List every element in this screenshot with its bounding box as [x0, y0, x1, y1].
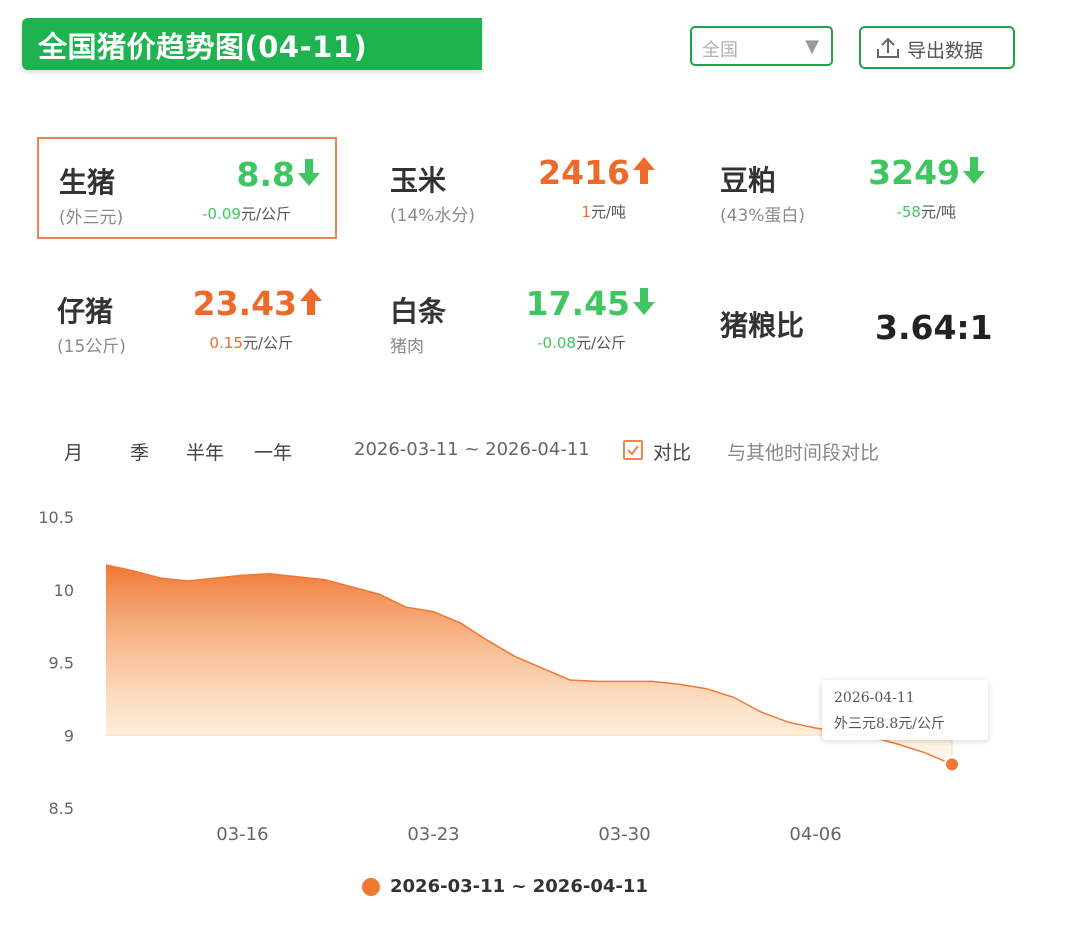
- legend-label: 2026-03-11 ~ 2026-04-11: [390, 876, 648, 897]
- y-tick-label: 10: [54, 581, 74, 600]
- y-tick-label: 9: [64, 726, 74, 745]
- price-trend-chart: 10.5 10 9.5 9 8.5 03-16 03-23 03-30 04-06: [38, 508, 960, 845]
- hog-grain-ratio-value: 3.64:1: [875, 308, 993, 347]
- card-name: 生猪: [59, 166, 116, 199]
- region-select-value: 全国: [702, 40, 738, 61]
- card-price: 23.43: [193, 284, 323, 323]
- price-card-pork-carcass[interactable]: 白条 猪肉 17.45 -0.08元/公斤: [370, 268, 670, 370]
- price-card-live-hog[interactable]: 生猪 (外三元) 8.8 -0.09元/公斤: [37, 137, 337, 239]
- data-point-last: [944, 756, 960, 773]
- y-tick-label: 10.5: [38, 508, 74, 527]
- compare-label: 对比: [653, 442, 692, 464]
- compare-other-period-link[interactable]: 与其他时间段对比: [727, 438, 879, 465]
- checkmark-icon: [627, 445, 639, 456]
- arrow-down-icon: [963, 157, 985, 184]
- region-select[interactable]: 全国 ▼: [690, 26, 833, 66]
- upload-icon: [877, 37, 899, 58]
- x-tick-label: 03-30: [598, 824, 650, 845]
- card-change: -0.09元/公斤: [202, 205, 291, 223]
- price-card-piglet[interactable]: 仔猪 (15公斤) 23.43 0.15元/公斤: [37, 268, 337, 370]
- tooltip-value: 外三元8.8元/公斤: [834, 716, 945, 732]
- card-name: 仔猪: [57, 295, 114, 328]
- card-sub: (43%蛋白): [720, 206, 806, 226]
- card-sub: (外三元): [59, 208, 124, 228]
- export-data-label: 导出数据: [907, 40, 984, 62]
- tab-year[interactable]: 一年: [254, 438, 292, 465]
- arrow-down-icon: [633, 288, 655, 315]
- card-sub: (14%水分): [390, 206, 476, 226]
- arrow-down-icon: [298, 159, 320, 186]
- card-price: 8.8: [237, 155, 321, 194]
- card-name: 白条: [390, 295, 447, 328]
- tab-month[interactable]: 月: [64, 438, 83, 465]
- export-data-button[interactable]: 导出数据: [859, 26, 1015, 69]
- card-change: 0.15元/公斤: [209, 334, 293, 352]
- card-price: 17.45: [526, 284, 656, 323]
- compare-checkbox[interactable]: [623, 440, 643, 460]
- arrow-up-icon: [300, 288, 322, 315]
- card-change: 1元/吨: [581, 203, 626, 221]
- card-price: 2416: [538, 153, 656, 192]
- page-title: 全国猪价趋势图(04-11): [38, 30, 368, 64]
- arrow-up-icon: [633, 157, 655, 184]
- y-tick-label: 9.5: [49, 654, 74, 673]
- card-price: 3249: [868, 153, 986, 192]
- card-change: -0.08元/公斤: [537, 334, 626, 352]
- card-sub: 猪肉: [390, 337, 424, 357]
- chart-tooltip: 2026-04-11 外三元8.8元/公斤: [822, 680, 988, 740]
- card-name: 玉米: [390, 164, 447, 197]
- card-name: 豆粕: [720, 164, 777, 197]
- tab-half-year[interactable]: 半年: [186, 438, 224, 465]
- x-tick-label: 03-16: [216, 824, 268, 845]
- date-range-picker[interactable]: 2026-03-11 ~ 2026-04-11: [354, 439, 590, 460]
- card-sub: (15公斤): [57, 337, 126, 357]
- card-change: -58元/吨: [896, 203, 956, 221]
- tooltip-date: 2026-04-11: [834, 690, 915, 706]
- price-card-soybean-meal[interactable]: 豆粕 (43%蛋白) 3249 -58元/吨: [700, 137, 1000, 239]
- x-tick-label: 04-06: [789, 824, 841, 845]
- x-tick-label: 03-23: [407, 824, 459, 845]
- hog-grain-ratio-label: 猪粮比: [720, 309, 805, 342]
- triangle-down-icon: ▼: [805, 36, 819, 57]
- title-banner: 全国猪价趋势图(04-11): [22, 18, 482, 70]
- legend-marker: [362, 878, 380, 896]
- tab-quarter[interactable]: 季: [130, 438, 149, 465]
- y-tick-label: 8.5: [49, 799, 74, 818]
- price-card-corn[interactable]: 玉米 (14%水分) 2416 1元/吨: [370, 137, 670, 239]
